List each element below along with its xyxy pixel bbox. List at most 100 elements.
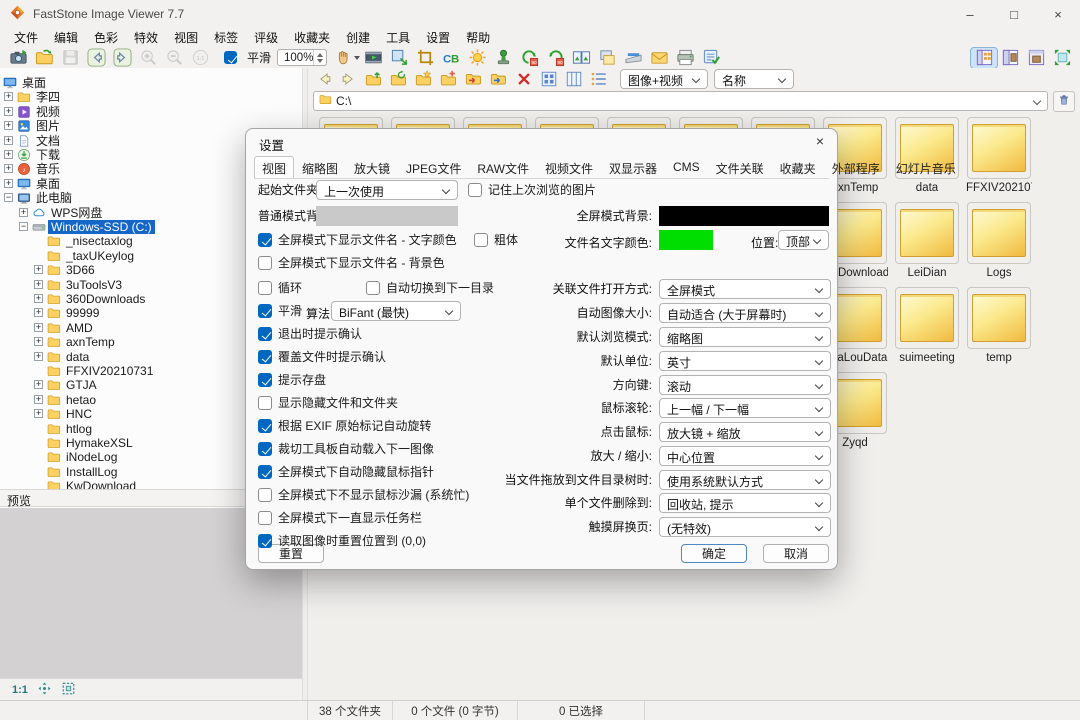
auto-next-checkbox[interactable]: 自动切换到下一目录 bbox=[366, 281, 494, 295]
menu-item-2[interactable]: 色彩 bbox=[86, 28, 126, 47]
checkbox-box[interactable] bbox=[258, 373, 272, 387]
cancel-button[interactable]: 取消 bbox=[763, 544, 829, 563]
address-chevron-icon[interactable] bbox=[1033, 97, 1041, 105]
forward-button[interactable] bbox=[337, 69, 361, 89]
dialog-tab-9[interactable]: 收藏夹 bbox=[772, 156, 824, 178]
next-image-button[interactable] bbox=[109, 48, 135, 68]
fullscreen-button[interactable] bbox=[1049, 48, 1075, 68]
thumbnail-view-button[interactable] bbox=[537, 69, 561, 89]
expand-toggle[interactable]: + bbox=[34, 352, 43, 361]
checkbox-box[interactable] bbox=[258, 511, 272, 525]
menu-item-11[interactable]: 帮助 bbox=[458, 28, 498, 47]
checkbox-box[interactable] bbox=[258, 534, 272, 548]
fullscreen-window-button[interactable] bbox=[1023, 48, 1049, 68]
tree-item[interactable]: +李四 bbox=[0, 90, 302, 104]
fit-icon[interactable] bbox=[61, 681, 76, 699]
menu-item-6[interactable]: 评级 bbox=[246, 28, 286, 47]
checkbox-box[interactable] bbox=[258, 488, 272, 502]
maximize-button[interactable]: □ bbox=[992, 0, 1036, 28]
normal-bg-swatch[interactable] bbox=[316, 206, 458, 226]
checkbox-box[interactable] bbox=[258, 281, 272, 295]
back-button[interactable] bbox=[312, 69, 336, 89]
zoom-out-button[interactable] bbox=[161, 48, 187, 68]
setting-dropdown[interactable]: 使用系统默认方式 bbox=[659, 470, 831, 490]
lighting-button[interactable] bbox=[464, 48, 490, 68]
dialog-tab-4[interactable]: RAW文件 bbox=[469, 156, 537, 178]
checkbox-box[interactable] bbox=[258, 327, 272, 341]
copy-move-button[interactable] bbox=[594, 48, 620, 68]
position-dropdown[interactable]: 顶部 bbox=[778, 230, 829, 250]
expand-toggle[interactable]: + bbox=[4, 107, 13, 116]
dialog-tab-1[interactable]: 缩略图 bbox=[294, 156, 346, 178]
zoom-in-button[interactable] bbox=[135, 48, 161, 68]
remember-checkbox[interactable]: 记住上次浏览的图片 bbox=[468, 183, 596, 197]
hand-tool-button[interactable] bbox=[334, 48, 360, 68]
close-button[interactable]: × bbox=[1036, 0, 1080, 28]
email-button[interactable] bbox=[646, 48, 672, 68]
setting-dropdown[interactable]: (无特效) bbox=[659, 517, 831, 537]
expand-toggle[interactable]: + bbox=[4, 136, 13, 145]
filename-text-checkbox[interactable]: 全屏模式下显示文件名 - 文字颜色 bbox=[258, 233, 457, 247]
setting-dropdown[interactable]: 英寸 bbox=[659, 351, 831, 371]
filename-color-swatch[interactable] bbox=[659, 230, 713, 250]
address-input[interactable]: C:\ bbox=[313, 91, 1048, 111]
loop-checkbox[interactable]: 循环 bbox=[258, 281, 302, 295]
clone-stamp-button[interactable] bbox=[490, 48, 516, 68]
folder-tile[interactable]: Logs bbox=[966, 202, 1032, 279]
zoom-spinner[interactable] bbox=[313, 50, 326, 65]
option-checkbox[interactable]: 裁切工具板自动载入下一图像 bbox=[258, 442, 434, 456]
pan-icon[interactable] bbox=[37, 681, 52, 699]
new-folder-button[interactable] bbox=[437, 69, 461, 89]
folder-tile[interactable]: LeiDian bbox=[894, 202, 960, 279]
setting-dropdown[interactable]: 回收站, 提示 bbox=[659, 493, 831, 513]
dialog-tab-10[interactable]: 外部程序 bbox=[824, 156, 888, 178]
actual-size-button[interactable]: 1:1 bbox=[187, 48, 213, 68]
option-checkbox[interactable]: 读取图像时重置位置到 (0,0) bbox=[258, 534, 426, 548]
option-checkbox[interactable]: 显示隐藏文件和文件夹 bbox=[258, 396, 398, 410]
dialog-tab-11[interactable]: 幻灯片音乐 bbox=[888, 156, 964, 178]
rotate-right-button[interactable]: 90 bbox=[542, 48, 568, 68]
previous-image-button[interactable] bbox=[83, 48, 109, 68]
bold-checkbox[interactable]: 粗体 bbox=[474, 233, 518, 247]
move-to-folder-button[interactable] bbox=[487, 69, 511, 89]
folder-tile[interactable]: FFXIV202107... bbox=[966, 117, 1032, 194]
checkbox-box[interactable] bbox=[474, 233, 488, 247]
expand-toggle[interactable]: + bbox=[4, 92, 13, 101]
setting-dropdown[interactable]: 中心位置 bbox=[659, 446, 831, 466]
menu-item-8[interactable]: 创建 bbox=[338, 28, 378, 47]
ok-button[interactable]: 确定 bbox=[681, 544, 747, 563]
import-photos-button[interactable] bbox=[5, 48, 31, 68]
menu-item-5[interactable]: 标签 bbox=[206, 28, 246, 47]
menu-item-10[interactable]: 设置 bbox=[418, 28, 458, 47]
expand-toggle[interactable]: + bbox=[4, 150, 13, 159]
collapse-toggle[interactable]: − bbox=[4, 193, 13, 202]
setting-dropdown[interactable]: 放大镜 + 缩放 bbox=[659, 422, 831, 442]
clear-history-button[interactable] bbox=[1053, 91, 1075, 112]
option-checkbox[interactable]: 覆盖文件时提示确认 bbox=[258, 350, 386, 364]
menu-item-3[interactable]: 特效 bbox=[126, 28, 166, 47]
tree-item[interactable]: +视频 bbox=[0, 105, 302, 119]
compare-button[interactable] bbox=[568, 48, 594, 68]
checkbox-box[interactable] bbox=[258, 304, 272, 318]
crop-button[interactable] bbox=[412, 48, 438, 68]
copy-to-folder-button[interactable] bbox=[462, 69, 486, 89]
menu-item-9[interactable]: 工具 bbox=[378, 28, 418, 47]
expand-toggle[interactable]: + bbox=[4, 179, 13, 188]
rotate-left-button[interactable]: 90 bbox=[516, 48, 542, 68]
browse-view-button[interactable] bbox=[971, 48, 997, 68]
resize-button[interactable] bbox=[386, 48, 412, 68]
setting-dropdown[interactable]: 自动适合 (大于屏幕时) bbox=[659, 303, 831, 323]
detail-view-button[interactable] bbox=[562, 69, 586, 89]
color-correction-button[interactable]: CB bbox=[438, 48, 464, 68]
expand-toggle[interactable]: + bbox=[4, 121, 13, 130]
expand-toggle[interactable]: + bbox=[34, 323, 43, 332]
up-folder-button[interactable] bbox=[362, 69, 386, 89]
option-checkbox[interactable]: 全屏模式下一直显示任务栏 bbox=[258, 511, 422, 525]
checkbox-box[interactable] bbox=[258, 442, 272, 456]
file-filter-dropdown[interactable]: 图像+视频 bbox=[620, 69, 708, 89]
checkbox-box[interactable] bbox=[366, 281, 380, 295]
expand-toggle[interactable]: + bbox=[34, 265, 43, 274]
option-checkbox[interactable]: 根据 EXIF 原始标记自动旋转 bbox=[258, 419, 431, 433]
menu-item-1[interactable]: 编辑 bbox=[46, 28, 86, 47]
settings-button[interactable] bbox=[698, 48, 724, 68]
